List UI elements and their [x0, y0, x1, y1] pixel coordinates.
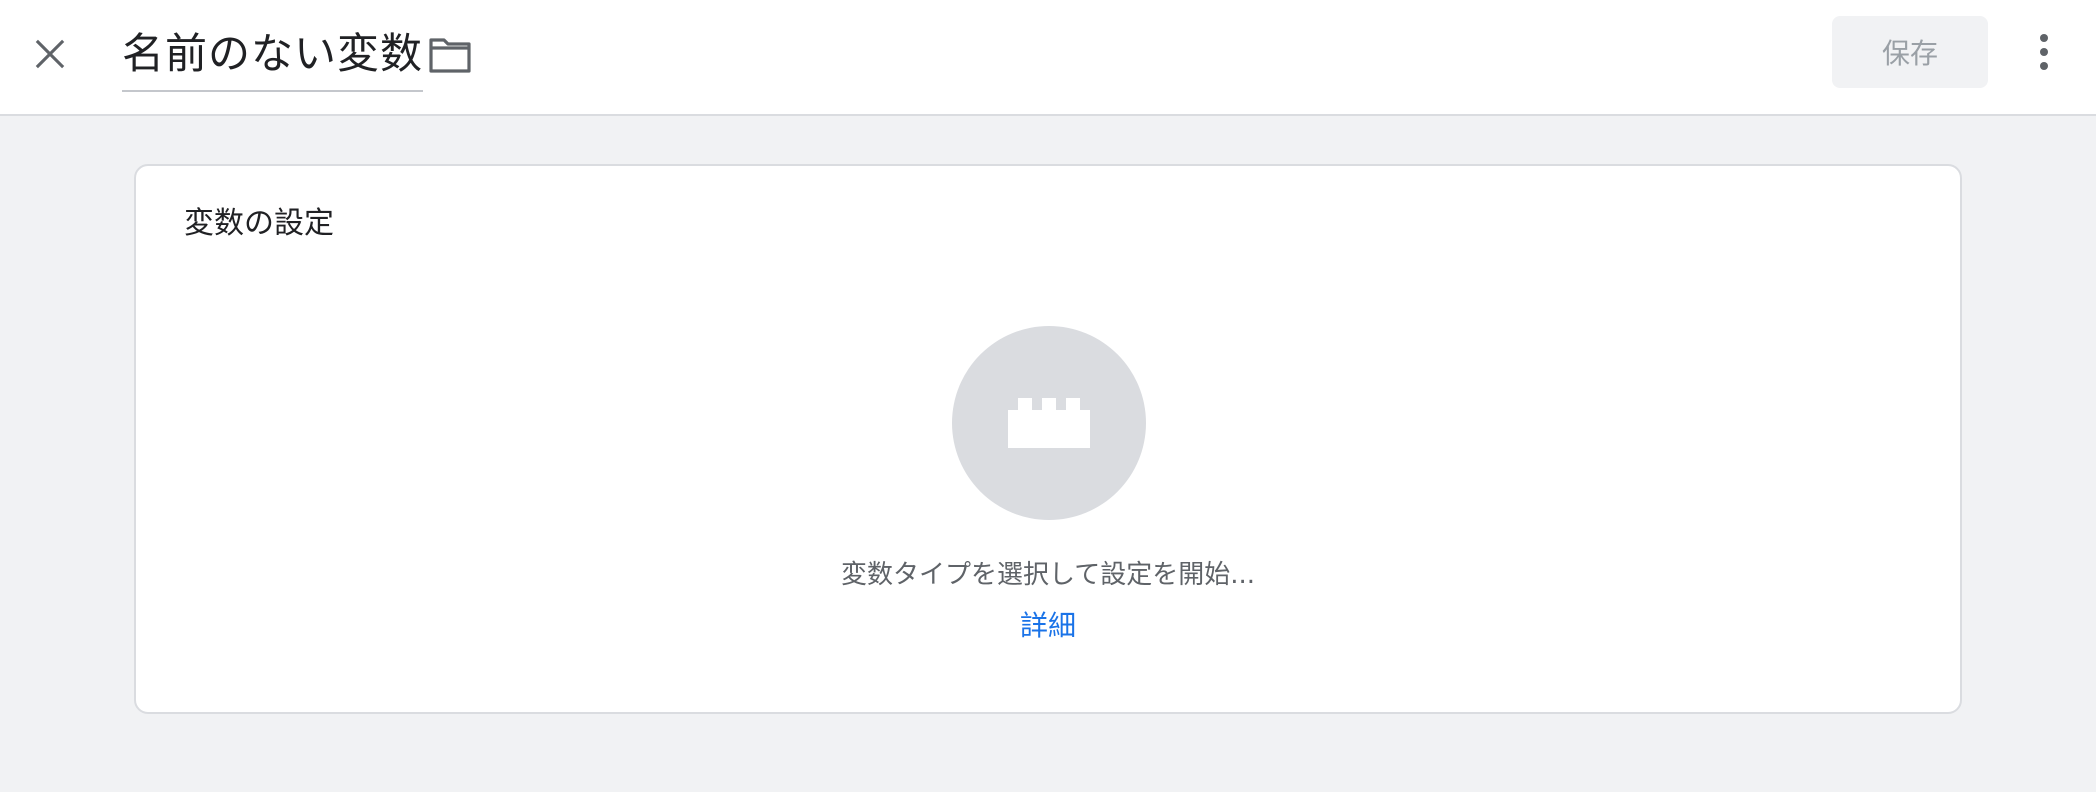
- variable-type-picker[interactable]: [952, 326, 1146, 520]
- variable-configuration-card: 変数の設定 変数タイプを選択して設定を開始... 詳細: [134, 164, 1962, 714]
- more-vert-icon: [2040, 34, 2048, 70]
- close-icon: [35, 39, 65, 69]
- save-button[interactable]: 保存: [1832, 16, 1988, 88]
- card-title: 変数の設定: [184, 206, 334, 241]
- close-button[interactable]: [22, 26, 78, 82]
- block-icon: [1008, 398, 1090, 448]
- folder-button[interactable]: [424, 30, 476, 80]
- variable-name-text: 名前のない変数: [122, 29, 424, 78]
- folder-icon: [429, 38, 471, 73]
- more-options-button[interactable]: [2020, 24, 2068, 80]
- learn-more-link-row: 詳細: [136, 604, 1960, 644]
- learn-more-link[interactable]: 詳細: [1020, 609, 1076, 642]
- variable-name-field[interactable]: 名前のない変数: [122, 18, 424, 92]
- select-type-hint: 変数タイプを選択して設定を開始...: [840, 560, 1255, 590]
- header-bar: 名前のない変数 保存: [0, 0, 2096, 116]
